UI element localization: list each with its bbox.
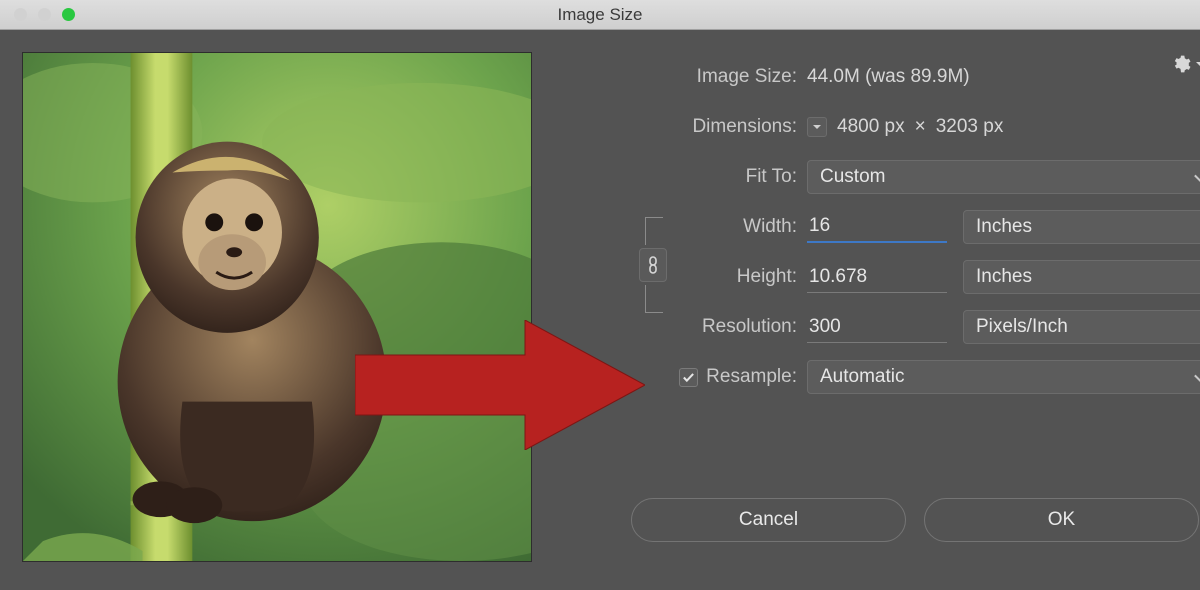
fit-to-value: Custom bbox=[820, 166, 885, 188]
label-resolution: Resolution: bbox=[602, 316, 807, 338]
row-fit-to: Fit To: Custom bbox=[602, 152, 1200, 202]
row-dimensions: Dimensions: 4800 px × 3203 px bbox=[602, 102, 1200, 152]
label-height: Height: bbox=[602, 266, 807, 288]
settings-panel: Image Size: 44.0M (was 89.9M) Dimensions… bbox=[532, 52, 1200, 568]
height-unit-select[interactable]: Inches bbox=[963, 260, 1200, 294]
label-image-size: Image Size: bbox=[602, 66, 807, 88]
height-unit-value: Inches bbox=[976, 266, 1032, 288]
window-title: Image Size bbox=[0, 0, 1200, 30]
fit-to-select[interactable]: Custom bbox=[807, 160, 1200, 194]
link-icon[interactable] bbox=[639, 248, 667, 282]
resample-select[interactable]: Automatic bbox=[807, 360, 1200, 394]
cancel-button[interactable]: Cancel bbox=[631, 498, 906, 542]
width-input[interactable] bbox=[807, 211, 947, 243]
image-preview[interactable] bbox=[22, 52, 532, 562]
preview-content-icon bbox=[23, 53, 531, 561]
minimize-window-button[interactable] bbox=[38, 8, 51, 21]
ok-button[interactable]: OK bbox=[924, 498, 1199, 542]
zoom-window-button[interactable] bbox=[62, 8, 75, 21]
row-height: Height: Inches bbox=[602, 252, 1200, 302]
dimensions-disclosure-icon[interactable] bbox=[807, 117, 827, 137]
row-width: Width: Inches bbox=[602, 202, 1200, 252]
window-controls bbox=[0, 8, 75, 21]
label-fit-to: Fit To: bbox=[602, 166, 807, 188]
width-unit-value: Inches bbox=[976, 216, 1032, 238]
resolution-unit-value: Pixels/Inch bbox=[976, 316, 1068, 338]
row-resample: Resample: Automatic bbox=[602, 352, 1200, 402]
height-input[interactable] bbox=[807, 261, 947, 293]
label-width: Width: bbox=[602, 216, 807, 238]
dialog-buttons: Cancel OK bbox=[631, 498, 1199, 542]
dialog-body: Image Size: 44.0M (was 89.9M) Dimensions… bbox=[0, 30, 1200, 590]
value-dim-height: 3203 px bbox=[936, 116, 1004, 138]
label-dimensions: Dimensions: bbox=[602, 116, 807, 138]
value-dim-width: 4800 px bbox=[837, 116, 905, 138]
titlebar: Image Size bbox=[0, 0, 1200, 30]
resolution-input[interactable] bbox=[807, 311, 947, 343]
row-image-size: Image Size: 44.0M (was 89.9M) bbox=[602, 52, 1200, 102]
label-resample: Resample: bbox=[706, 366, 797, 388]
value-dim-times: × bbox=[915, 116, 926, 138]
row-resolution: Resolution: Pixels/Inch bbox=[602, 302, 1200, 352]
label-resample-wrap: Resample: bbox=[602, 366, 807, 388]
width-unit-select[interactable]: Inches bbox=[963, 210, 1200, 244]
resolution-unit-select[interactable]: Pixels/Inch bbox=[963, 310, 1200, 344]
resample-checkbox[interactable] bbox=[679, 368, 698, 387]
close-window-button[interactable] bbox=[14, 8, 27, 21]
resample-value: Automatic bbox=[820, 366, 904, 388]
value-image-size: 44.0M (was 89.9M) bbox=[807, 66, 970, 88]
